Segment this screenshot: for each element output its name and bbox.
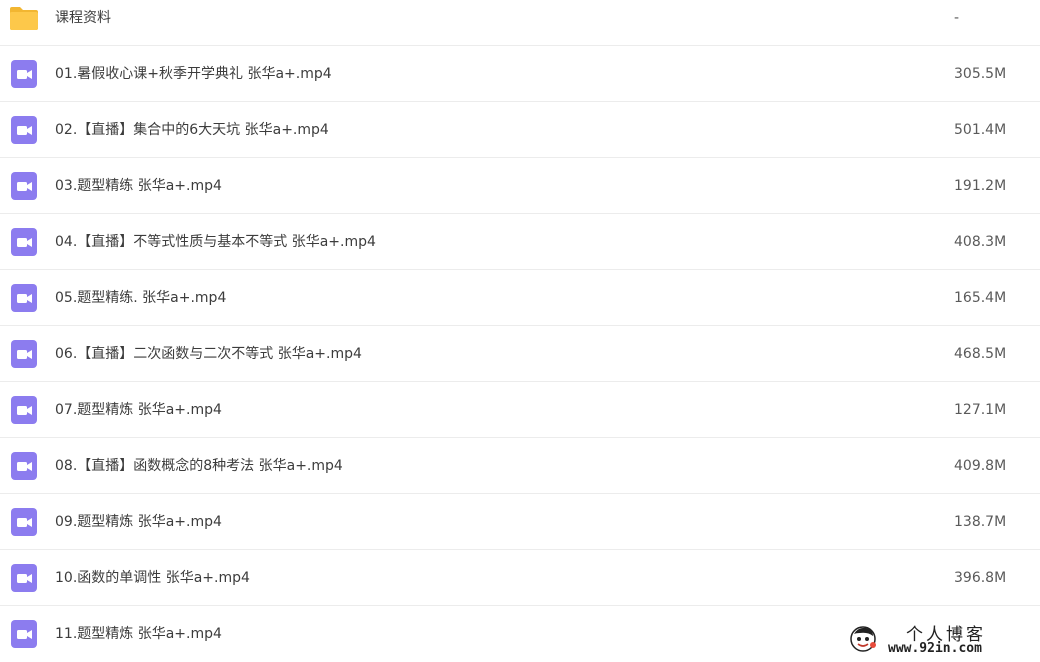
file-name: 11.题型精炼 张华a+.mp4 — [55, 626, 222, 642]
blog-watermark: 个人博客 www.92in.com — [848, 620, 1034, 660]
file-name: 01.暑假收心课+秋季开学典礼 张华a+.mp4 — [55, 66, 332, 82]
list-item-video[interactable]: 01.暑假收心课+秋季开学典礼 张华a+.mp4 305.5M — [0, 46, 1040, 102]
file-name: 07.题型精炼 张华a+.mp4 — [55, 402, 222, 418]
video-file-icon — [9, 227, 39, 257]
file-size: 408.3M — [954, 234, 1007, 250]
list-item-video[interactable]: 04.【直播】不等式性质与基本不等式 张华a+.mp4 408.3M — [0, 214, 1040, 270]
file-name: 10.函数的单调性 张华a+.mp4 — [55, 570, 250, 586]
file-list: 课程资料 - 01.暑假收心课+秋季开学典礼 张华a+.mp4 305.5M 0… — [0, 0, 1040, 662]
video-file-icon — [9, 339, 39, 369]
file-name: 09.题型精炼 张华a+.mp4 — [55, 514, 222, 530]
video-file-icon — [9, 395, 39, 425]
list-item-video[interactable]: 09.题型精炼 张华a+.mp4 138.7M — [0, 494, 1040, 550]
video-file-icon — [9, 619, 39, 649]
file-size: 305.5M — [954, 66, 1007, 82]
list-item-video[interactable]: 06.【直播】二次函数与二次不等式 张华a+.mp4 468.5M — [0, 326, 1040, 382]
file-name: 04.【直播】不等式性质与基本不等式 张华a+.mp4 — [55, 234, 376, 250]
video-file-icon — [9, 507, 39, 537]
file-size: 501.4M — [954, 122, 1007, 138]
video-file-icon — [9, 59, 39, 89]
folder-icon — [9, 3, 39, 33]
list-item-video[interactable]: 08.【直播】函数概念的8种考法 张华a+.mp4 409.8M — [0, 438, 1040, 494]
file-name: 05.题型精练. 张华a+.mp4 — [55, 290, 227, 306]
file-size: - — [954, 10, 960, 26]
file-name: 06.【直播】二次函数与二次不等式 张华a+.mp4 — [55, 346, 362, 362]
file-size: 396.8M — [954, 570, 1007, 586]
video-file-icon — [9, 451, 39, 481]
file-size: 138.7M — [954, 514, 1007, 530]
file-name: 课程资料 — [55, 10, 111, 26]
list-item-video[interactable]: 02.【直播】集合中的6大天坑 张华a+.mp4 501.4M — [0, 102, 1040, 158]
video-file-icon — [9, 283, 39, 313]
list-item-video[interactable]: 03.题型精练 张华a+.mp4 191.2M — [0, 158, 1040, 214]
watermark-url: www.92in.com — [888, 641, 982, 656]
file-size: 191.2M — [954, 178, 1007, 194]
list-item-folder[interactable]: 课程资料 - — [0, 0, 1040, 46]
list-item-video[interactable]: 10.函数的单调性 张华a+.mp4 396.8M — [0, 550, 1040, 606]
file-size: 165.4M — [954, 290, 1007, 306]
video-file-icon — [9, 171, 39, 201]
list-item-video[interactable]: 07.题型精炼 张华a+.mp4 127.1M — [0, 382, 1040, 438]
file-size: 127.1M — [954, 402, 1007, 418]
video-file-icon — [9, 563, 39, 593]
file-name: 02.【直播】集合中的6大天坑 张华a+.mp4 — [55, 122, 329, 138]
list-item-video[interactable]: 05.题型精练. 张华a+.mp4 165.4M — [0, 270, 1040, 326]
file-name: 08.【直播】函数概念的8种考法 张华a+.mp4 — [55, 458, 343, 474]
mascot-logo-icon — [848, 624, 878, 654]
file-size: 409.8M — [954, 458, 1007, 474]
file-name: 03.题型精练 张华a+.mp4 — [55, 178, 222, 194]
file-size: 468.5M — [954, 346, 1007, 362]
video-file-icon — [9, 115, 39, 145]
